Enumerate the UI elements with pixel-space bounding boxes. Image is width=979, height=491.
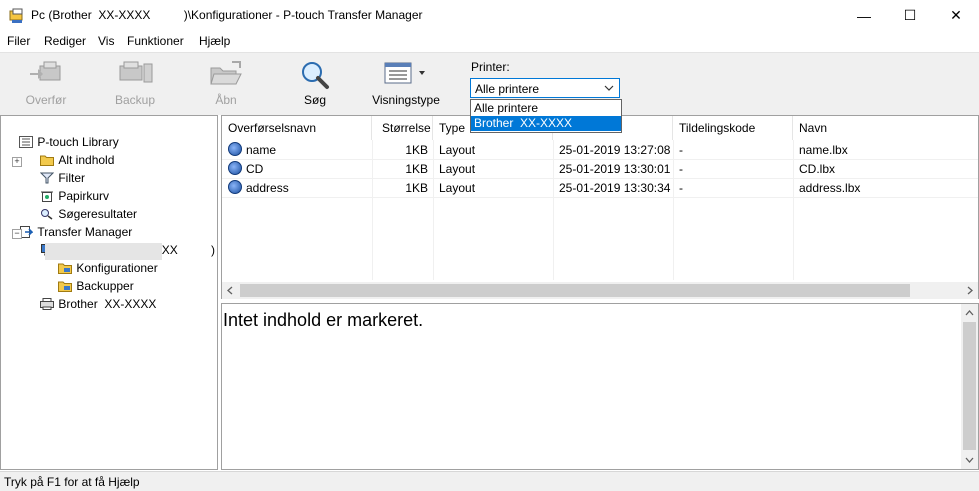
layout-file-icon (228, 161, 242, 175)
view-type-button[interactable]: Visningstype (368, 52, 444, 112)
column-header-size[interactable]: Størrelse (372, 116, 433, 140)
cell-transfer-name: name (246, 143, 277, 157)
cell-assignment-code: - (679, 162, 683, 176)
transfer-button[interactable]: Overfør (20, 52, 72, 112)
horizontal-scrollbar[interactable] (222, 282, 978, 299)
search-button[interactable]: Søg (290, 52, 340, 112)
search-label: Søg (303, 93, 326, 107)
printer-option-brother[interactable]: Brother XX-XXXX (471, 116, 621, 131)
view-type-label: Visningstype (372, 93, 440, 107)
transfer-label: Overfør (25, 93, 67, 107)
cell-size: 1KB (405, 162, 428, 176)
close-icon: ✕ (950, 7, 962, 23)
horizontal-scroll-thumb[interactable] (240, 284, 910, 297)
vertical-scroll-thumb[interactable] (963, 322, 976, 450)
cell-file-name: CD.lbx (799, 162, 836, 176)
cell-size: 1KB (405, 143, 428, 157)
tree-node-trash[interactable]: Papirkurv (27, 171, 109, 203)
tree-label-printer: Brother XX-XXXX (58, 297, 157, 311)
printer-dropdown-list: Alle printere Brother XX-XXXX (470, 99, 622, 133)
cell-assignment-code: - (679, 143, 683, 157)
menu-view[interactable]: Vis (98, 34, 114, 48)
cell-transfer-name: CD (246, 162, 264, 176)
backup-icon (119, 61, 153, 83)
menu-edit[interactable]: Rediger (44, 34, 86, 48)
printer-select[interactable]: Alle printere (470, 78, 620, 98)
menu-file[interactable]: Filer (7, 34, 30, 48)
open-button[interactable]: Åbn (200, 52, 252, 112)
column-header-transfer-name[interactable]: Overførselsnavn (222, 116, 372, 140)
cell-type: Layout (439, 181, 476, 195)
window-title: Pc (Brother XX-XXXX )\Konfigurationer - … (31, 8, 423, 22)
column-header-name[interactable]: Navn (793, 116, 978, 140)
menu-tools[interactable]: Funktioner (127, 34, 184, 48)
menu-help[interactable]: Hjælp (199, 34, 230, 48)
tree-expander-pc[interactable]: − (12, 229, 22, 239)
tree-node-library[interactable]: P-touch Library (6, 117, 119, 149)
cell-transfer-name: address (246, 181, 289, 195)
cell-file-name: name.lbx (799, 143, 848, 157)
status-text: Tryk på F1 for at få Hjælp (4, 475, 140, 489)
chevron-down-icon (604, 85, 614, 91)
layout-file-icon (228, 142, 242, 156)
cell-type: Layout (439, 162, 476, 176)
status-bar: Tryk på F1 for at få Hjælp (0, 471, 979, 491)
backup-button[interactable]: Backup (108, 52, 162, 112)
open-label: Åbn (215, 93, 237, 107)
preview-pane: Intet indhold er markeret. (221, 303, 979, 470)
tree-node-all-content[interactable]: Alt indhold (27, 135, 114, 167)
close-button[interactable]: ✕ (933, 0, 979, 31)
cell-file-name: address.lbx (799, 181, 861, 195)
tree-node-filter[interactable]: Filter (27, 153, 85, 185)
printer-option-all[interactable]: Alle printere (471, 101, 621, 116)
tree-node-configurations[interactable]: Konfigurationer (45, 243, 162, 275)
cell-type: Layout (439, 143, 476, 157)
cell-assignment-code: - (679, 181, 683, 195)
printer-icon (40, 298, 55, 310)
table-row[interactable]: address 1KB Layout 25-01-2019 13:30:34 -… (222, 179, 978, 198)
backup-label: Backup (114, 93, 156, 107)
scroll-up-icon[interactable] (965, 309, 974, 317)
tree-node-transfer-manager[interactable]: Transfer Manager (6, 207, 132, 239)
maximize-button[interactable]: ☐ (887, 0, 933, 31)
printer-selected-value: Alle printere (475, 82, 540, 96)
minimize-button[interactable]: — (841, 0, 887, 31)
preview-message: Intet indhold er markeret. (223, 310, 424, 330)
view-type-icon (384, 62, 425, 84)
printer-label: Printer: (471, 60, 510, 74)
cell-date: 25-01-2019 13:27:08 (559, 143, 671, 157)
content-list: Overførselsnavn Størrelse Type Tildeling… (221, 115, 979, 299)
tree-node-search-results[interactable]: Søgeresultater (27, 189, 137, 221)
column-header-assignment-code[interactable]: Tildelingskode (673, 116, 793, 140)
open-folder-icon (210, 61, 242, 85)
chevron-down-icon (419, 71, 425, 75)
maximize-icon: ☐ (903, 7, 917, 23)
tree-node-pc[interactable]: Pc (Brother XX-XXXX ) (27, 225, 215, 257)
scroll-right-icon[interactable] (966, 286, 974, 295)
tree-node-printer[interactable]: Brother XX-XXXX (27, 279, 156, 311)
table-row[interactable]: name 1KB Layout 25-01-2019 13:27:08 - na… (222, 141, 978, 160)
cell-size: 1KB (405, 181, 428, 195)
app-icon (9, 8, 23, 23)
layout-file-icon (228, 180, 242, 194)
tree-node-backups[interactable]: Backupper (45, 261, 134, 293)
scroll-left-icon[interactable] (226, 286, 234, 295)
cell-date: 25-01-2019 13:30:34 (559, 181, 671, 195)
table-row[interactable]: CD 1KB Layout 25-01-2019 13:30:01 - CD.l… (222, 160, 978, 179)
search-icon (302, 62, 329, 89)
minimize-icon: — (857, 7, 871, 24)
scroll-down-icon[interactable] (965, 456, 974, 464)
navigation-tree: P-touch Library Alt indhold + Filter Pap… (0, 115, 218, 470)
transfer-icon (30, 61, 61, 81)
cell-date: 25-01-2019 13:30:01 (559, 162, 671, 176)
tree-expander-filter[interactable]: + (12, 157, 22, 167)
vertical-scrollbar[interactable] (961, 304, 978, 469)
